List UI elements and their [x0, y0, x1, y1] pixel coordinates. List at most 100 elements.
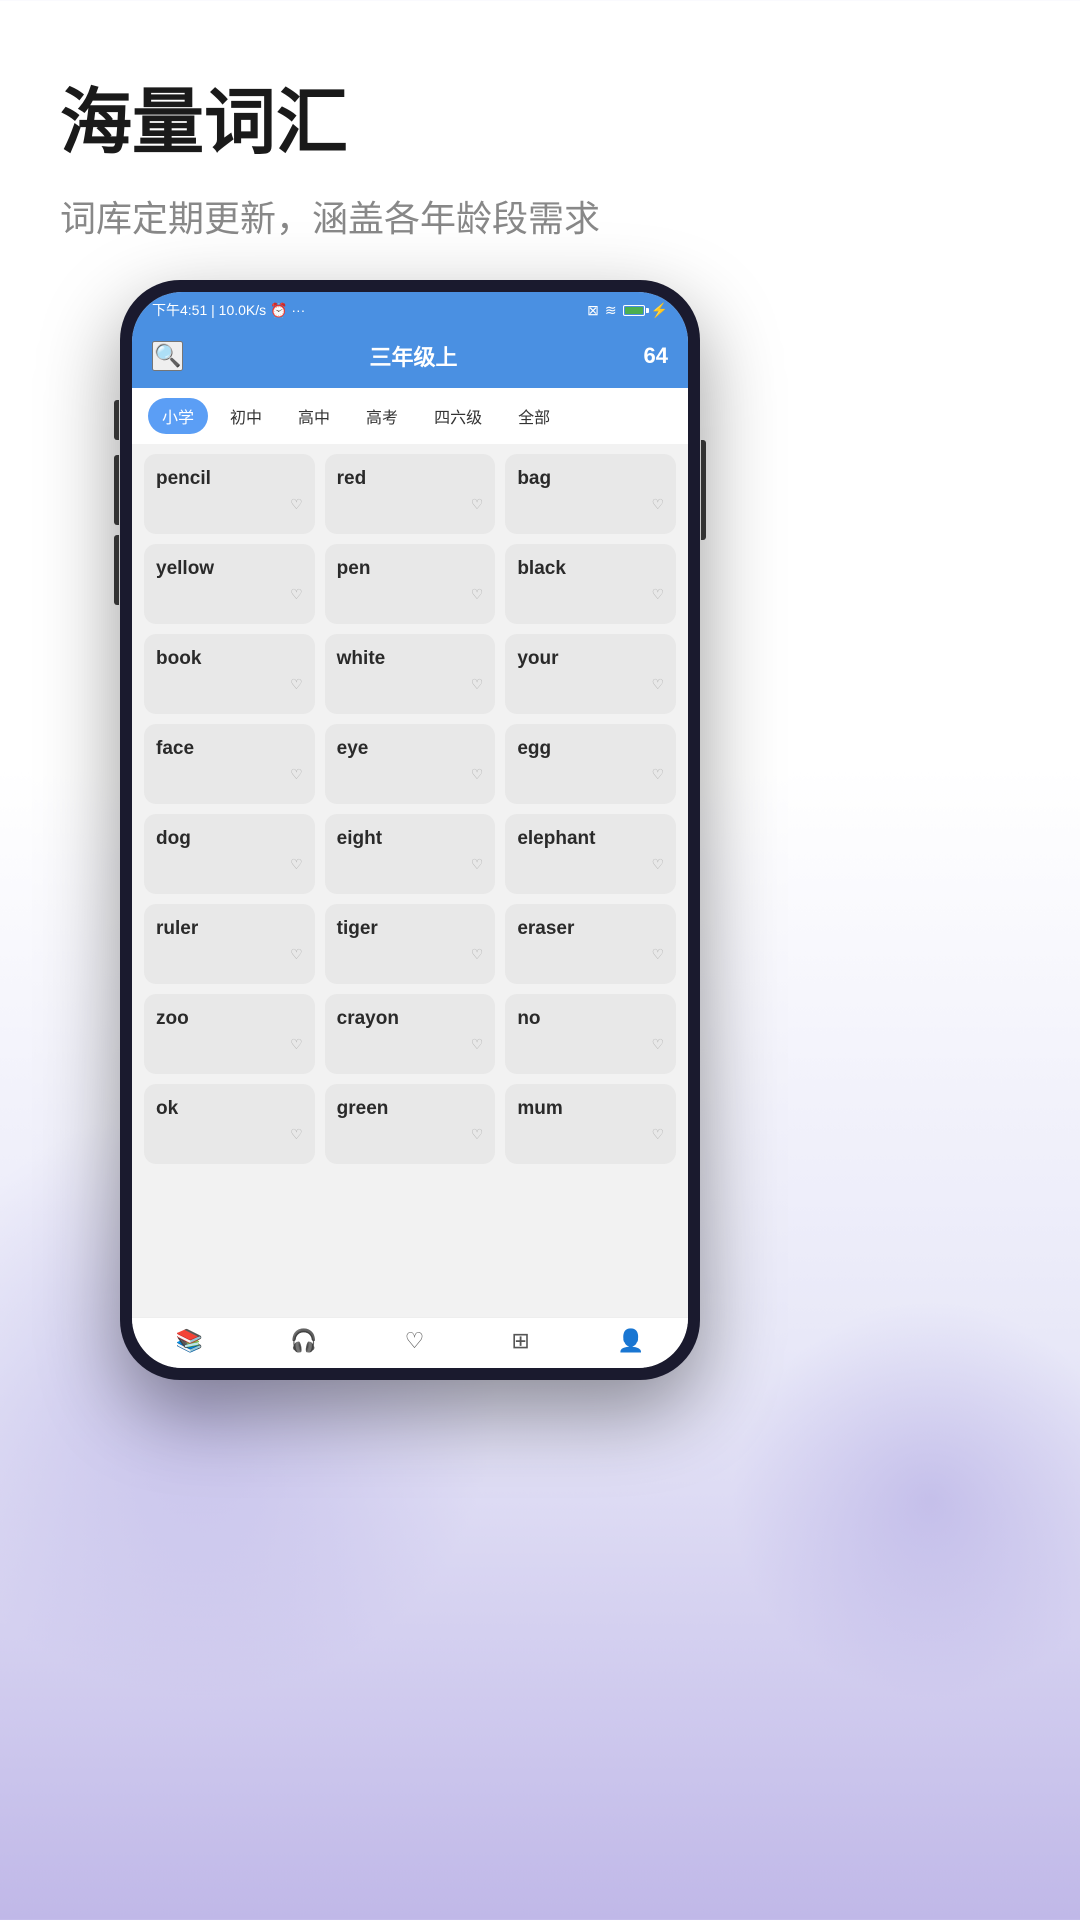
word-text: black [517, 558, 566, 580]
category-tabs: 小学 初中 高中 高考 四六级 全部 [132, 388, 688, 444]
expand-icon: ⊞ [511, 1328, 529, 1354]
word-card[interactable]: green ♡ [325, 1084, 496, 1164]
word-grid: pencil ♡ red ♡ bag ♡ yellow ♡ pen ♡ blac… [132, 444, 688, 1317]
word-card[interactable]: tiger ♡ [325, 904, 496, 984]
favorite-icon[interactable]: ♡ [651, 946, 664, 963]
word-text: white [337, 648, 386, 670]
favorite-icon[interactable]: ♡ [651, 1036, 664, 1053]
phone-frame: 下午4:51 | 10.0K/s ⏰ ··· ⊠ ≋ ⚡ 🔍 三年级上 64 小 [120, 280, 700, 1380]
tab-all[interactable]: 全部 [504, 398, 564, 434]
word-text: pencil [156, 468, 211, 490]
word-card[interactable]: no ♡ [505, 994, 676, 1074]
tab-middle[interactable]: 初中 [216, 398, 276, 434]
tab-elementary[interactable]: 小学 [148, 398, 208, 434]
favorite-icon[interactable]: ♡ [471, 766, 484, 783]
favorite-icon[interactable]: ♡ [651, 586, 664, 603]
word-card[interactable]: eraser ♡ [505, 904, 676, 984]
heart-nav-icon: ♡ [405, 1328, 425, 1354]
tab-gaokao[interactable]: 高考 [352, 398, 412, 434]
nav-dictation[interactable]: 🎧 [290, 1328, 317, 1354]
word-card[interactable]: your ♡ [505, 634, 676, 714]
app-header-title: 三年级上 [369, 340, 457, 372]
word-card[interactable]: bag ♡ [505, 454, 676, 534]
word-card[interactable]: mum ♡ [505, 1084, 676, 1164]
word-text: egg [517, 738, 551, 760]
favorite-icon[interactable]: ♡ [651, 496, 664, 513]
tab-high[interactable]: 高中 [284, 398, 344, 434]
nav-expand[interactable]: ⊞ [511, 1328, 529, 1354]
favorite-icon[interactable]: ♡ [471, 676, 484, 693]
word-text: elephant [517, 828, 595, 850]
favorite-icon[interactable]: ♡ [651, 676, 664, 693]
word-text: ok [156, 1098, 178, 1120]
tab-46[interactable]: 四六级 [420, 398, 496, 434]
word-text: face [156, 738, 194, 760]
word-card[interactable]: ruler ♡ [144, 904, 315, 984]
phone-screen: 下午4:51 | 10.0K/s ⏰ ··· ⊠ ≋ ⚡ 🔍 三年级上 64 小 [132, 292, 688, 1368]
word-text: crayon [337, 1008, 399, 1030]
favorite-icon[interactable]: ♡ [290, 586, 303, 603]
search-button[interactable]: 🔍 [152, 341, 183, 371]
nav-wordbook[interactable]: 📚 [176, 1328, 203, 1354]
word-card[interactable]: ok ♡ [144, 1084, 315, 1164]
word-card[interactable]: book ♡ [144, 634, 315, 714]
page-header: 海量词汇 词库定期更新，涵盖各年龄段需求 [0, 0, 1080, 262]
favorite-icon[interactable]: ♡ [290, 496, 303, 513]
status-icons: ⊠ ≋ ⚡ [587, 302, 668, 319]
word-card[interactable]: eye ♡ [325, 724, 496, 804]
favorite-icon[interactable]: ♡ [471, 946, 484, 963]
word-card[interactable]: face ♡ [144, 724, 315, 804]
word-text: mum [517, 1098, 562, 1120]
page-title: 海量词汇 [60, 80, 1020, 166]
page-subtitle: 词库定期更新，涵盖各年龄段需求 [60, 190, 1020, 242]
favorite-icon[interactable]: ♡ [471, 1036, 484, 1053]
favorite-icon[interactable]: ♡ [290, 1036, 303, 1053]
word-card[interactable]: crayon ♡ [325, 994, 496, 1074]
word-text: pen [337, 558, 371, 580]
favorite-icon[interactable]: ♡ [651, 766, 664, 783]
favorite-icon[interactable]: ♡ [651, 856, 664, 873]
word-card[interactable]: dog ♡ [144, 814, 315, 894]
phone-mockup: 下午4:51 | 10.0K/s ⏰ ··· ⊠ ≋ ⚡ 🔍 三年级上 64 小 [120, 280, 700, 1380]
word-card[interactable]: pencil ♡ [144, 454, 315, 534]
word-count: 64 [644, 343, 668, 369]
word-card[interactable]: black ♡ [505, 544, 676, 624]
favorite-icon[interactable]: ♡ [290, 946, 303, 963]
word-text: eight [337, 828, 382, 850]
favorite-icon[interactable]: ♡ [471, 586, 484, 603]
word-card[interactable]: yellow ♡ [144, 544, 315, 624]
word-card[interactable]: zoo ♡ [144, 994, 315, 1074]
word-text: yellow [156, 558, 214, 580]
profile-icon: 👤 [617, 1328, 644, 1354]
favorite-icon[interactable]: ♡ [471, 856, 484, 873]
wordbook-icon: 📚 [176, 1328, 203, 1354]
app-header: 🔍 三年级上 64 [132, 328, 688, 388]
word-card[interactable]: elephant ♡ [505, 814, 676, 894]
word-text: tiger [337, 918, 378, 940]
word-text: book [156, 648, 201, 670]
favorite-icon[interactable]: ♡ [651, 1126, 664, 1143]
word-card[interactable]: red ♡ [325, 454, 496, 534]
word-text: eye [337, 738, 369, 760]
word-text: bag [517, 468, 551, 490]
status-time: 下午4:51 | 10.0K/s ⏰ ··· [152, 300, 305, 320]
favorite-icon[interactable]: ♡ [290, 856, 303, 873]
favorite-icon[interactable]: ♡ [471, 496, 484, 513]
word-card[interactable]: eight ♡ [325, 814, 496, 894]
favorite-icon[interactable]: ♡ [290, 1126, 303, 1143]
battery-icon [623, 305, 645, 316]
nav-favorites[interactable]: ♡ [405, 1328, 425, 1354]
favorite-icon[interactable]: ♡ [471, 1126, 484, 1143]
wifi-icon: ≋ [605, 302, 617, 319]
word-text: your [517, 648, 558, 670]
word-text: ruler [156, 918, 198, 940]
word-text: eraser [517, 918, 574, 940]
favorite-icon[interactable]: ♡ [290, 676, 303, 693]
bottom-nav: 📚 🎧 ♡ ⊞ 👤 [132, 1317, 688, 1368]
word-card[interactable]: white ♡ [325, 634, 496, 714]
word-card[interactable]: pen ♡ [325, 544, 496, 624]
status-bar: 下午4:51 | 10.0K/s ⏰ ··· ⊠ ≋ ⚡ [132, 292, 688, 328]
nav-profile[interactable]: 👤 [617, 1328, 644, 1354]
word-card[interactable]: egg ♡ [505, 724, 676, 804]
favorite-icon[interactable]: ♡ [290, 766, 303, 783]
